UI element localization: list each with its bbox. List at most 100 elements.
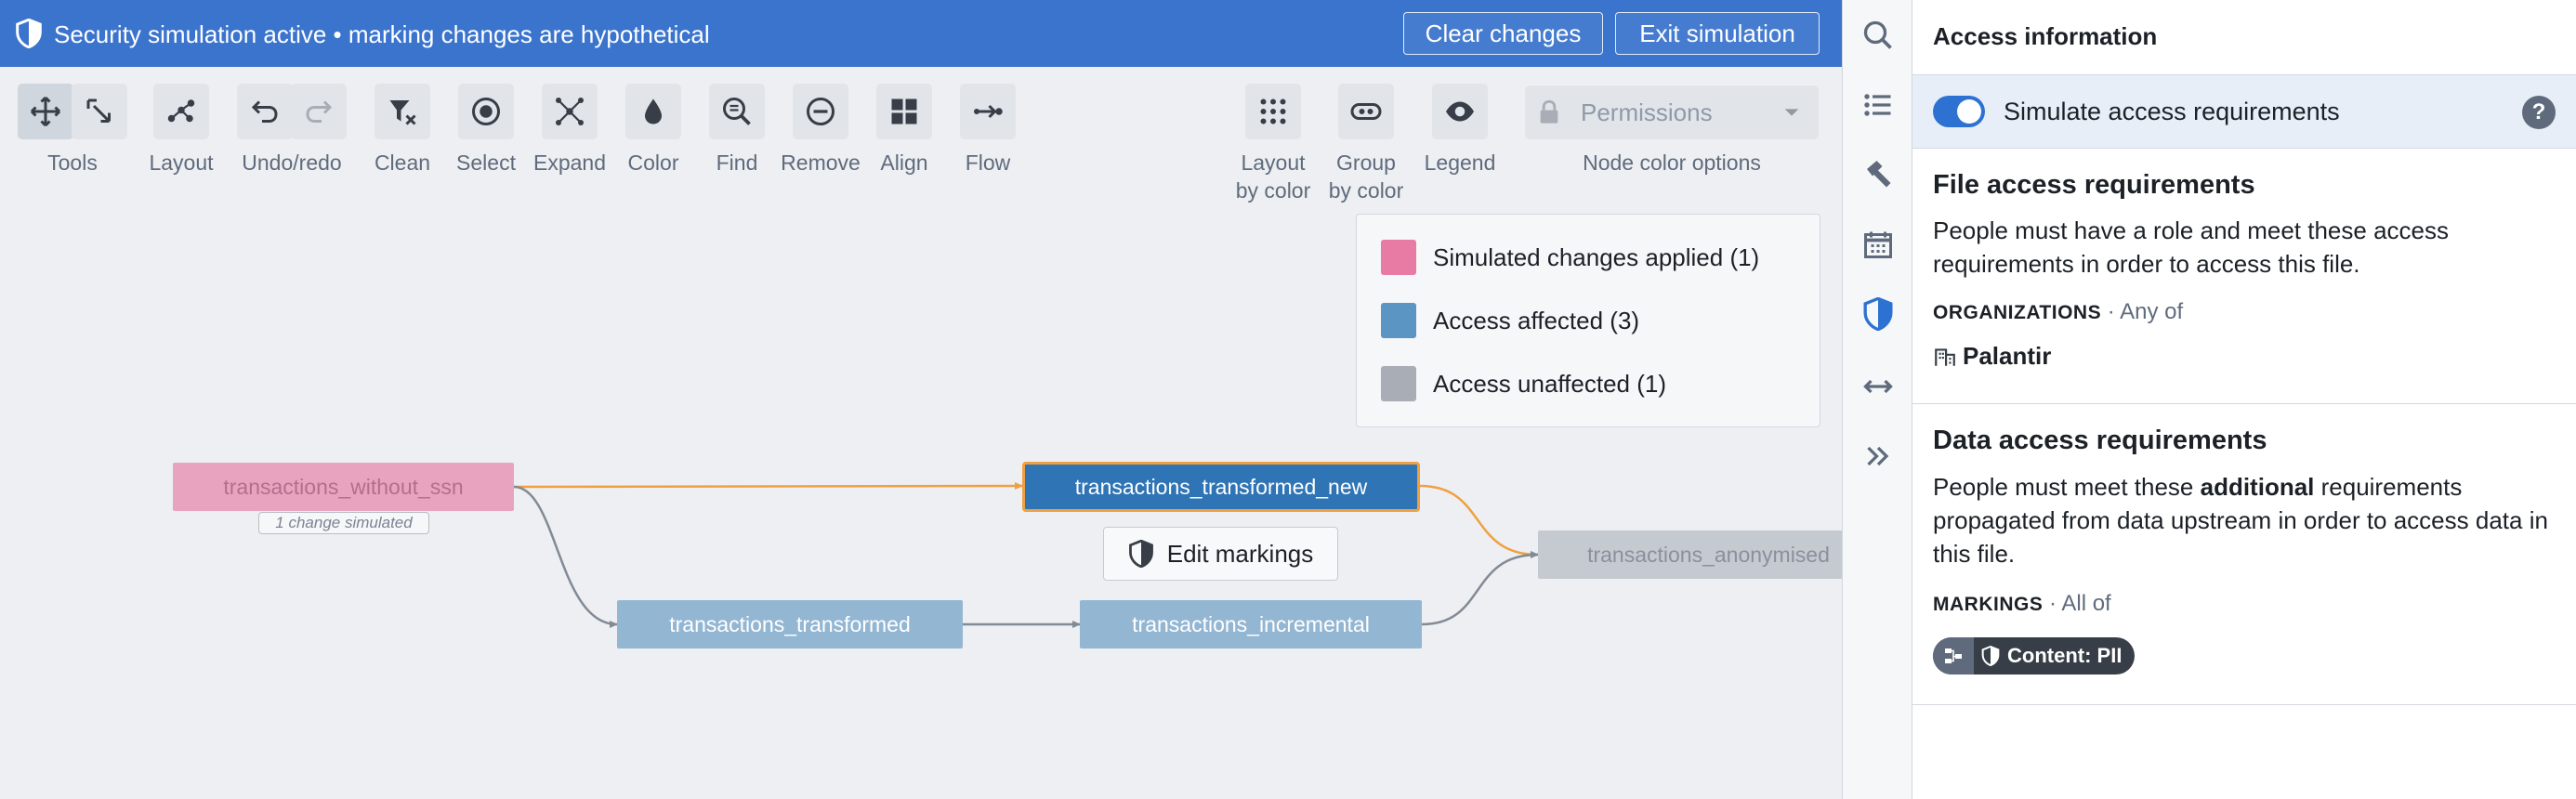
edit-markings-label: Edit markings	[1166, 539, 1314, 568]
target-icon	[472, 98, 500, 125]
layout-graph-icon	[167, 99, 195, 123]
select-button[interactable]	[458, 84, 514, 139]
node-transactions-incremental[interactable]: transactions_incremental	[1080, 600, 1422, 648]
simulate-row: Simulate access requirements ?	[1912, 74, 2576, 149]
legend-item: Access affected (3)	[1381, 303, 1639, 338]
node-transactions-transformed[interactable]: transactions_transformed	[617, 600, 963, 648]
dots-grid-icon	[1260, 98, 1286, 124]
legend-panel: Simulated changes applied (1) Access aff…	[1356, 214, 1820, 427]
rail-search-button[interactable]	[1860, 17, 1897, 54]
legend-button[interactable]	[1432, 84, 1488, 139]
permissions-label: Permissions	[1581, 98, 1713, 126]
flow-button[interactable]	[960, 84, 1016, 139]
pan-tool-button[interactable]	[18, 84, 73, 139]
align-label: Align	[880, 151, 928, 175]
clean-label: Clean	[374, 151, 431, 175]
group-by-color-label: Group by color	[1328, 151, 1404, 203]
organizations-header: ORGANIZATIONS · Any of	[1933, 299, 2183, 325]
legend-swatch-unaffected	[1381, 366, 1416, 401]
redo-icon	[306, 100, 333, 123]
data-access-desc: People must meet these additional requir…	[1933, 470, 2565, 570]
node-transactions-transformed-new[interactable]: transactions_transformed_new	[1022, 462, 1420, 512]
markings-header: MARKINGS · All of	[1933, 591, 2111, 617]
edge-incremental-to-anonymised	[1421, 551, 1539, 626]
move-icon	[30, 96, 61, 127]
data-access-title: Data access requirements	[1933, 426, 2267, 455]
rail-security-button[interactable]	[1860, 295, 1897, 333]
layout-by-color-button[interactable]	[1245, 84, 1301, 139]
group-icon	[1350, 103, 1382, 120]
legend-label: Legend	[1424, 151, 1496, 175]
rail-list-button[interactable]	[1860, 86, 1897, 124]
access-information-panel: Access information Simulate access requi…	[1912, 0, 2576, 799]
change-simulated-tag: 1 change simulated	[258, 512, 429, 534]
marking-pill[interactable]: Content: PII	[1933, 637, 2136, 675]
simulate-label: Simulate access requirements	[2004, 98, 2340, 125]
legend-item: Simulated changes applied (1)	[1381, 240, 1759, 275]
layout-label: Layout	[149, 151, 214, 175]
markings-qualifier: · All of	[2043, 591, 2111, 616]
hammer-icon	[1867, 161, 1891, 188]
undo-icon	[251, 100, 278, 123]
divider	[1912, 704, 2576, 705]
select-area-tool-button[interactable]	[72, 84, 127, 139]
file-access-desc: People must have a role and meet these a…	[1933, 216, 2449, 278]
list-icon	[1864, 94, 1891, 116]
legend-label-affected: Access affected (3)	[1433, 306, 1640, 334]
undo-button[interactable]	[237, 84, 293, 139]
minus-circle-icon	[807, 98, 835, 125]
find-button[interactable]	[709, 84, 765, 139]
legend-label-simulated: Simulated changes applied (1)	[1433, 242, 1760, 271]
building-icon	[1935, 347, 1955, 366]
legend-swatch-simulated	[1381, 240, 1416, 275]
tools-label: Tools	[47, 151, 98, 175]
select-label: Select	[456, 151, 516, 175]
permissions-select[interactable]: Permissions	[1525, 85, 1819, 139]
rail-schedule-button[interactable]	[1860, 226, 1897, 263]
undo-redo-label: Undo/redo	[242, 151, 342, 175]
shield-icon	[1981, 646, 2000, 666]
layout-button[interactable]	[153, 84, 209, 139]
panel-title: Access information	[1933, 22, 2158, 50]
node-transactions-anonymised[interactable]: transactions_anonymised	[1538, 530, 1879, 579]
edge-without-ssn-to-transformed-new	[513, 482, 1023, 491]
expand-label: Expand	[532, 151, 606, 175]
rail-collapse-button[interactable]	[1860, 438, 1897, 475]
calendar-icon	[1864, 231, 1892, 258]
filter-remove-icon	[389, 100, 416, 125]
edit-markings-button[interactable]: Edit markings	[1103, 527, 1338, 581]
shield-icon	[1128, 540, 1153, 568]
group-by-color-button[interactable]	[1338, 84, 1394, 139]
clean-button[interactable]	[375, 84, 430, 139]
legend-swatch-affected	[1381, 303, 1416, 338]
rail-resize-button[interactable]	[1860, 368, 1897, 405]
legend-item: Access unaffected (1)	[1381, 366, 1666, 401]
help-icon[interactable]: ?	[2522, 96, 2556, 129]
node-transactions-without-ssn[interactable]: transactions_without_ssn	[173, 463, 514, 511]
marking-label: Content: PII	[2007, 644, 2123, 667]
grid-icon	[891, 98, 917, 124]
data-access-desc-bold: additional	[2200, 473, 2315, 501]
rail-build-button[interactable]	[1860, 156, 1897, 193]
redo-button[interactable]	[291, 84, 347, 139]
select-cursor-icon	[86, 98, 111, 123]
remove-button[interactable]	[793, 84, 848, 139]
align-button[interactable]	[876, 84, 932, 139]
caret-down-icon	[1784, 109, 1799, 116]
expand-button[interactable]	[542, 84, 598, 139]
simulate-toggle[interactable]	[1933, 96, 1985, 127]
arrows-horizontal-icon	[1863, 379, 1893, 394]
data-access-desc-pre: People must meet these	[1933, 473, 2201, 501]
search-icon	[1863, 20, 1892, 49]
color-button[interactable]	[625, 84, 681, 139]
organization-name: Palantir	[1963, 342, 2052, 370]
edge-transformed-new-to-anonymised	[1419, 484, 1539, 558]
search-list-icon	[723, 98, 751, 125]
organization-item: Palantir	[1933, 342, 2051, 371]
legend-label-unaffected: Access unaffected (1)	[1433, 369, 1666, 398]
flow-icon	[974, 104, 1003, 119]
side-icon-rail	[1842, 0, 1912, 799]
organizations-qualifier: · Any of	[2101, 299, 2184, 324]
lineage-icon	[1933, 637, 1974, 675]
shield-icon	[1863, 297, 1893, 331]
